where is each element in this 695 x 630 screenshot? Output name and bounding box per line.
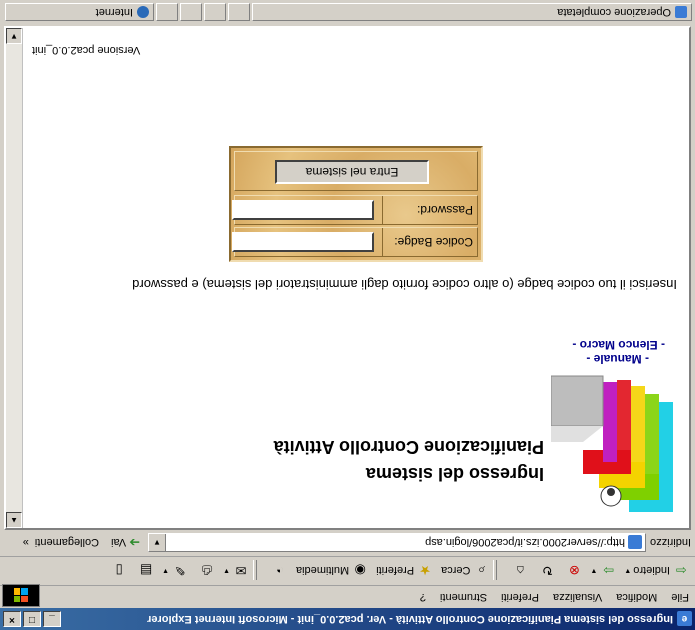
zone-panel: Internet xyxy=(5,3,154,21)
go-arrow-icon: ➔ xyxy=(129,535,141,551)
title-bar: e Ingresso del sistema Pianificazione Co… xyxy=(0,608,695,630)
printer-icon: ⎙ xyxy=(201,563,213,579)
status-text: Operazione completata xyxy=(557,6,671,18)
address-label: Indirizzo xyxy=(650,536,691,549)
scroll-down-icon[interactable]: ▼ xyxy=(6,28,22,44)
login-instructions: Inserisci il tuo codice badge (o altro c… xyxy=(132,277,677,292)
status-bar: Operazione completata Internet xyxy=(0,0,695,24)
zone-text: Internet xyxy=(95,6,133,18)
discuss-button[interactable]: ▤ xyxy=(135,563,154,579)
browser-window: e Ingresso del sistema Pianificazione Co… xyxy=(0,0,695,630)
address-input[interactable]: http://server2000.izs.it/pca2006/login.a… xyxy=(148,533,647,552)
menu-bar: File Modifica Visualizza Preferiti Strum… xyxy=(0,584,695,608)
go-button[interactable]: ➔ Vai xyxy=(111,535,140,551)
page-done-icon xyxy=(675,6,687,18)
toolbar-separator xyxy=(252,560,257,581)
logo-image xyxy=(551,375,673,512)
login-panel: Codice Badge: Password: Entra nel sistem… xyxy=(229,146,483,262)
stop-button[interactable]: ⊗ xyxy=(563,563,582,579)
page-icon xyxy=(628,535,643,550)
edit-button[interactable]: ✎ ▼ xyxy=(162,563,188,579)
forward-button[interactable]: ⇨ ▼ xyxy=(590,563,616,579)
mail-button[interactable]: ✉ ▼ xyxy=(223,563,249,579)
document-icon: ▤ xyxy=(139,563,153,579)
star-icon: ★ xyxy=(419,563,431,579)
messenger-icon: ▯ xyxy=(115,563,123,579)
home-button[interactable]: ⌂ xyxy=(509,563,528,579)
menu-file[interactable]: File xyxy=(671,591,689,603)
back-label: Indietro xyxy=(633,564,670,577)
media-icon: ◉ xyxy=(354,563,366,579)
mail-icon: ✉ xyxy=(235,563,247,579)
status-text-panel: Operazione completata xyxy=(252,3,692,21)
multimedia-button[interactable]: ◉ Multimedia xyxy=(296,563,368,579)
menu-visualizza[interactable]: Visualizza xyxy=(553,591,602,603)
manuale-link[interactable]: - Manuale - xyxy=(586,352,649,366)
password-label: Password: xyxy=(382,196,477,224)
enter-system-button[interactable]: Entra nel sistema xyxy=(275,160,429,184)
status-panel xyxy=(204,3,226,21)
favorites-button[interactable]: ★ Preferiti xyxy=(376,563,433,579)
toolbar: ⇦ Indietro ▼ ⇨ ▼ ⊗ ↻ ⌂ ⌕ Cerca ★ Preferi… xyxy=(0,556,695,584)
favorites-label: Preferiti xyxy=(376,564,415,577)
badge-row: Codice Badge: xyxy=(232,227,478,257)
search-label: Cerca xyxy=(441,564,471,577)
forward-arrow-icon: ⇨ xyxy=(602,563,614,579)
page-content: Ingresso del sistema Pianificazione Cont… xyxy=(4,26,691,530)
ie-icon: e xyxy=(677,611,692,627)
messenger-button[interactable]: ▯ xyxy=(108,563,127,579)
close-button[interactable]: × xyxy=(3,611,21,627)
refresh-icon: ↻ xyxy=(541,563,553,579)
elenco-macro-link[interactable]: - Elenco Macro - xyxy=(572,338,665,352)
windows-logo-icon xyxy=(2,584,40,607)
badge-input[interactable] xyxy=(232,232,374,252)
print-button[interactable]: ⎙ xyxy=(196,563,215,579)
scroll-up-icon[interactable]: ▲ xyxy=(6,512,22,528)
toolbar-separator xyxy=(493,560,498,581)
status-panel xyxy=(156,3,178,21)
globe-icon xyxy=(137,6,149,18)
web-page: Ingresso del sistema Pianificazione Cont… xyxy=(22,28,689,528)
status-panel xyxy=(180,3,202,21)
chevron-down-icon[interactable]: ▼ xyxy=(149,534,167,551)
page-title-line2: Pianificazione Controllo Attività xyxy=(273,437,544,457)
minimize-button[interactable]: _ xyxy=(43,611,61,627)
chevron-right-icon[interactable]: » xyxy=(23,537,29,549)
version-label: Versione pca2.0.0_init xyxy=(32,44,141,56)
address-url: http://server2000.izs.it/pca2006/login.a… xyxy=(425,536,626,549)
go-label: Vai xyxy=(111,536,127,549)
back-arrow-icon: ⇦ xyxy=(675,563,687,579)
menu-modifica[interactable]: Modifica xyxy=(616,591,657,603)
address-bar: Indirizzo http://server2000.izs.it/pca20… xyxy=(0,530,695,555)
badge-label: Codice Badge: xyxy=(382,228,477,256)
page-title-line1: Ingresso del sistema xyxy=(365,464,544,484)
maximize-button[interactable]: □ xyxy=(23,611,41,627)
menu-help[interactable]: ? xyxy=(420,591,426,603)
password-row: Password: xyxy=(232,195,478,225)
multimedia-label: Multimedia xyxy=(295,564,350,577)
edit-icon: ✎ xyxy=(174,563,186,579)
home-icon: ⌂ xyxy=(516,563,525,579)
vertical-scrollbar[interactable]: ▲ ▼ xyxy=(6,28,23,528)
back-button[interactable]: ⇦ Indietro ▼ xyxy=(624,563,689,579)
menu-strumenti[interactable]: Strumenti xyxy=(440,591,487,603)
search-button[interactable]: ⌕ Cerca xyxy=(441,563,489,579)
button-row: Entra nel sistema xyxy=(234,151,478,191)
links-button[interactable]: Collegamenti xyxy=(35,537,99,549)
refresh-button[interactable]: ↻ xyxy=(536,563,555,579)
search-icon: ⌕ xyxy=(477,563,486,579)
history-icon: ◔ xyxy=(276,563,284,579)
menu-preferiti[interactable]: Preferiti xyxy=(501,591,539,603)
stop-icon: ⊗ xyxy=(568,563,580,579)
password-input[interactable] xyxy=(232,200,374,220)
window-title: Ingresso del sistema Pianificazione Cont… xyxy=(147,613,673,625)
history-button[interactable]: ◔ xyxy=(269,563,288,579)
status-panel xyxy=(228,3,250,21)
